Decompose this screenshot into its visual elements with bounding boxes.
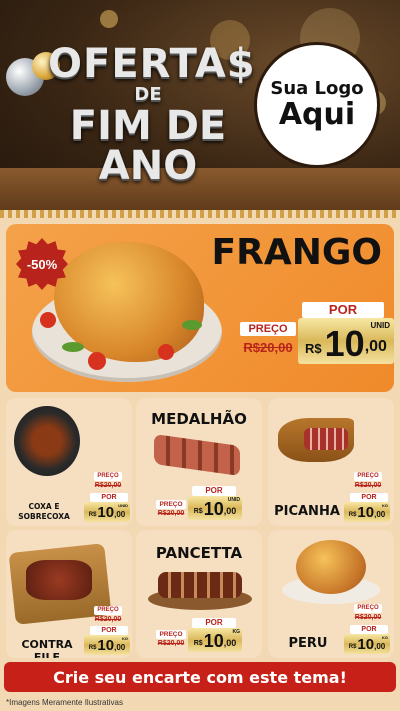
featured-price-tag: R$ 10 ,00 UNID — [298, 318, 394, 364]
featured-product-name: FRANGO — [211, 232, 382, 273]
price-decimal: ,00 — [223, 638, 237, 648]
price-integer: 10 — [97, 504, 115, 521]
herb-garnish — [182, 320, 202, 330]
old-price: R$20,00 — [354, 614, 382, 621]
price-unit: UNID — [118, 503, 128, 508]
product-card-peru[interactable]: PREÇO R$20,00 POR PERU R$ 10 ,00 KG — [268, 530, 394, 658]
page-title: OFERTA$ DE FIM DE ANO — [48, 41, 256, 189]
product-card-contra-file[interactable]: PREÇO R$20,00 POR CONTRA FILE R$ 10 ,00 … — [6, 530, 132, 658]
price-unit: KG — [122, 636, 128, 641]
picanha-meat-image — [304, 428, 348, 450]
price-decimal: ,00 — [114, 643, 126, 652]
old-price: R$20,00 — [354, 482, 382, 489]
footnote: *Imagens Meramente Ilustrativas — [6, 698, 123, 707]
logo-placeholder: Sua Logo Aqui — [254, 42, 380, 168]
price-integer: 10 — [97, 637, 115, 654]
price-decimal: ,00 — [364, 338, 387, 355]
medalhao-skewers-image — [154, 433, 240, 477]
price-currency: R$ — [305, 341, 322, 356]
product-name: MEDALHÃO — [151, 410, 247, 428]
price-unit: KG — [382, 635, 388, 640]
price-currency: R$ — [88, 645, 97, 651]
preco-label: PREÇO — [240, 322, 296, 336]
tomato-garnish — [88, 352, 106, 370]
price-currency: R$ — [348, 512, 357, 518]
cta-button[interactable]: Crie seu encarte com este tema! — [4, 662, 396, 692]
price-integer: 10 — [203, 499, 224, 519]
por-label: POR — [350, 493, 388, 502]
old-price: R$20,00 — [243, 340, 293, 355]
product-name: PANCETTA — [155, 544, 243, 562]
por-label: POR — [302, 302, 384, 318]
title-line-3: FIM DE ANO — [69, 103, 227, 189]
price-decimal: ,00 — [223, 506, 237, 516]
product-card-coxa[interactable]: COXA E SOBRECOXA PREÇO R$20,00 POR R$ 10… — [6, 398, 132, 526]
product-card-picanha[interactable]: PREÇO R$20,00 POR PICANHA R$ 10 ,00 KG — [268, 398, 394, 526]
logo-text-line-1: Sua Logo — [270, 77, 364, 99]
product-card-medalhao[interactable]: MEDALHÃO PREÇO R$20,00 POR R$ 10 ,00 UNI… — [136, 398, 262, 526]
tomato-garnish — [40, 312, 56, 328]
price-decimal: ,00 — [374, 642, 386, 651]
price-tag: R$ 10 ,00 UNID — [84, 502, 130, 522]
price-integer: 10 — [357, 636, 375, 653]
coxa-sobrecoxa-image — [14, 406, 80, 476]
product-name: PERU — [288, 636, 328, 651]
price-currency: R$ — [193, 508, 203, 515]
old-price: R$20,00 — [94, 482, 122, 489]
price-unit: UNID — [370, 321, 390, 330]
herb-garnish — [62, 342, 84, 352]
preco-label: PREÇO — [94, 472, 122, 481]
preco-label: PREÇO — [354, 472, 382, 481]
tomato-garnish — [158, 344, 174, 360]
old-price: R$20,00 — [157, 640, 185, 647]
peru-turkey-image — [296, 540, 366, 594]
price-tag: R$ 10 ,00 KG — [84, 635, 130, 655]
price-tag: R$ 10 ,00 KG — [344, 502, 390, 522]
product-card-pancetta[interactable]: PANCETTA PREÇO R$20,00 POR R$ 10 ,00 KG — [136, 530, 262, 658]
pancetta-meat-image — [158, 572, 242, 598]
price-integer: 10 — [324, 323, 365, 364]
logo-text-line-2: Aqui — [278, 96, 356, 132]
dotted-divider — [0, 210, 400, 218]
product-name: PICANHA — [274, 504, 340, 519]
por-label: POR — [192, 486, 236, 496]
por-label: POR — [90, 626, 128, 635]
por-label: POR — [350, 625, 388, 634]
price-unit: KG — [232, 629, 241, 635]
price-decimal: ,00 — [374, 510, 386, 519]
price-currency: R$ — [88, 512, 97, 518]
price-integer: 10 — [357, 504, 375, 521]
preco-label: PREÇO — [354, 604, 382, 613]
preco-label: PREÇO — [156, 500, 186, 509]
price-unit: UNID — [227, 497, 240, 503]
header-banner: OFERTA$ DE FIM DE ANO Sua Logo Aqui — [0, 0, 400, 210]
title-line-2: DE — [134, 84, 162, 105]
old-price: R$20,00 — [94, 616, 122, 623]
preco-label: PREÇO — [156, 630, 186, 639]
product-name: CONTRA FILE — [21, 638, 73, 658]
por-label: POR — [90, 493, 128, 502]
price-tag: R$ 10 ,00 KG — [344, 634, 390, 654]
price-integer: 10 — [203, 631, 224, 651]
price-unit: KG — [382, 503, 388, 508]
light-bokeh — [100, 10, 118, 28]
price-decimal: ,00 — [114, 510, 126, 519]
product-name: COXA E SOBRECOXA — [18, 502, 70, 521]
contra-file-meat-image — [26, 560, 92, 600]
price-currency: R$ — [348, 644, 357, 650]
price-currency: R$ — [193, 640, 203, 647]
price-tag: R$ 10 ,00 KG — [188, 628, 242, 652]
featured-product-card[interactable]: -50% FRANGO POR PREÇO R$20,00 R$ 10 ,00 … — [6, 224, 394, 392]
title-line-1: OFERTA$ — [48, 41, 256, 87]
old-price: R$20,00 — [157, 510, 185, 517]
preco-label: PREÇO — [94, 606, 122, 615]
por-label: POR — [192, 618, 236, 628]
price-tag: R$ 10 ,00 UNID — [188, 496, 242, 520]
